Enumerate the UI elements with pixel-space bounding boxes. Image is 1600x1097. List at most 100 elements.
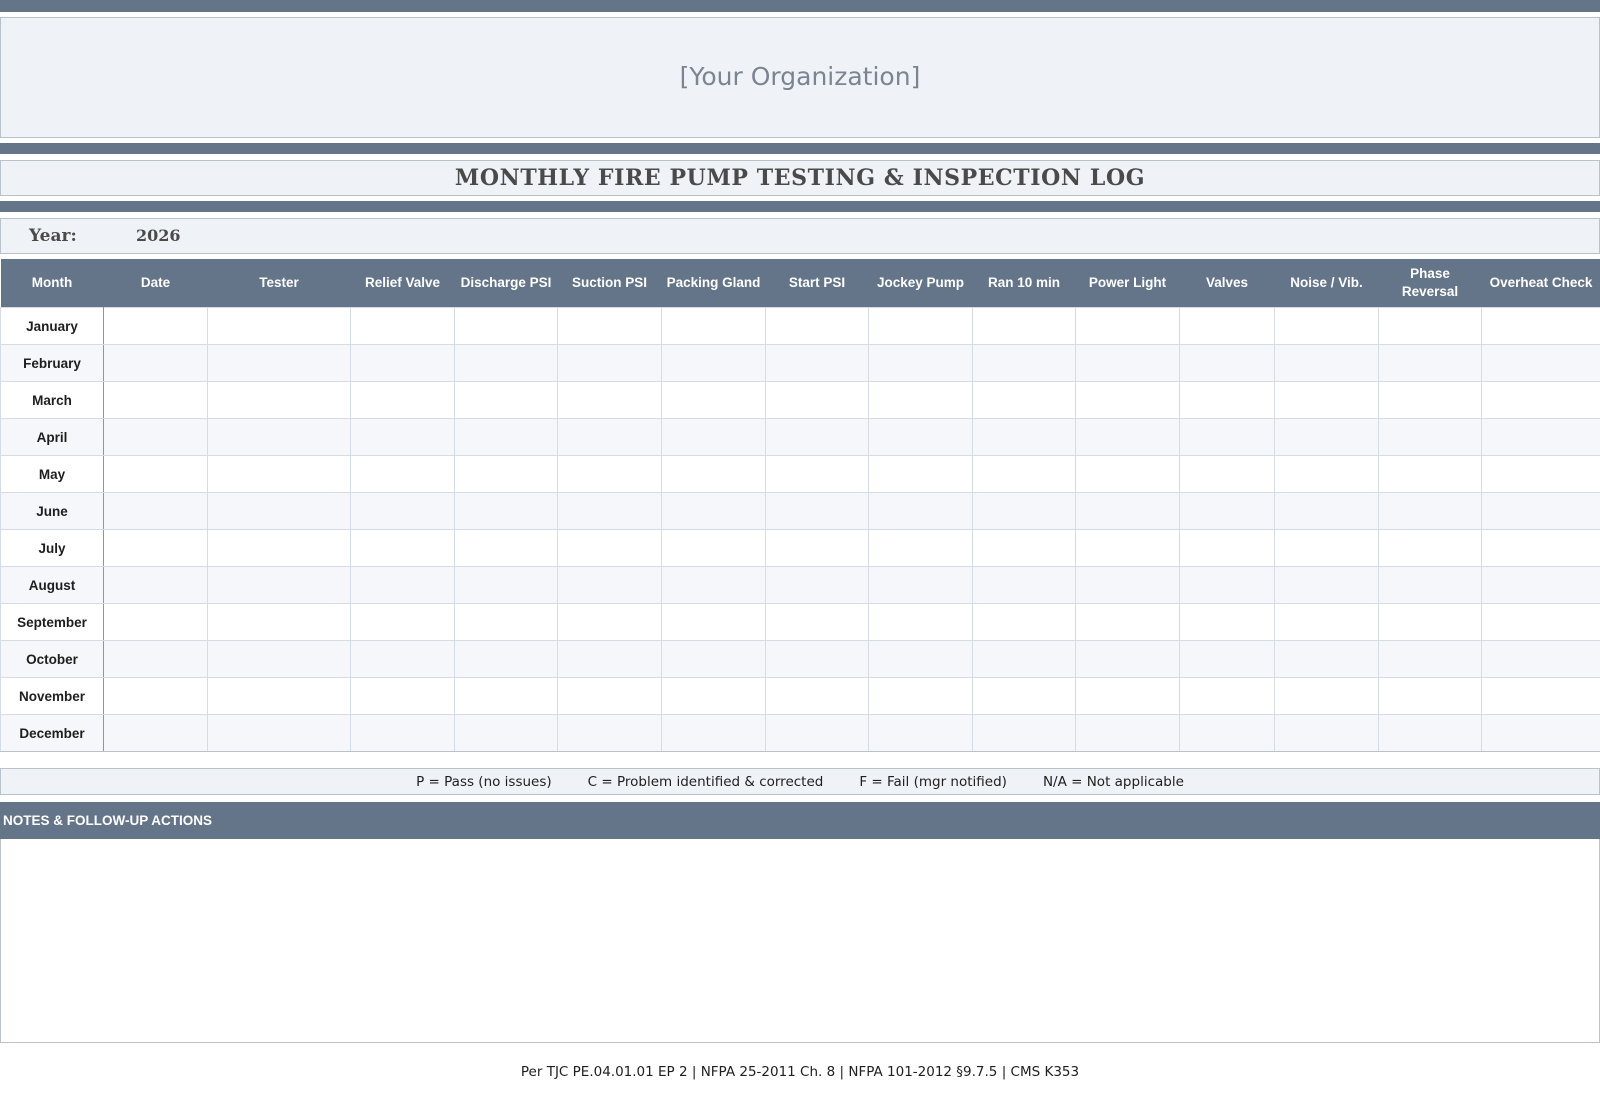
entry-cell[interactable] [1274,677,1379,715]
entry-cell[interactable] [765,566,869,604]
entry-cell[interactable] [1378,640,1482,678]
entry-cell[interactable] [557,344,662,382]
entry-cell[interactable] [1481,566,1600,604]
entry-cell[interactable] [454,677,558,715]
entry-cell[interactable] [765,492,869,530]
entry-cell[interactable] [557,640,662,678]
entry-cell[interactable] [454,566,558,604]
entry-cell[interactable] [1075,418,1180,456]
entry-cell[interactable] [765,455,869,493]
entry-cell[interactable] [1378,677,1482,715]
entry-cell[interactable] [350,455,455,493]
entry-cell[interactable] [1481,344,1600,382]
organization-name[interactable]: [Your Organization] [680,62,921,91]
entry-cell[interactable] [557,381,662,419]
entry-cell[interactable] [972,529,1076,567]
entry-cell[interactable] [207,344,351,382]
entry-cell[interactable] [103,418,208,456]
entry-cell[interactable] [661,566,766,604]
entry-cell[interactable] [557,529,662,567]
entry-cell[interactable] [350,566,455,604]
entry-cell[interactable] [1378,418,1482,456]
entry-cell[interactable] [1274,381,1379,419]
entry-cell[interactable] [1075,640,1180,678]
entry-cell[interactable] [1075,677,1180,715]
entry-cell[interactable] [207,492,351,530]
entry-cell[interactable] [972,603,1076,641]
entry-cell[interactable] [350,714,455,752]
entry-cell[interactable] [1179,714,1275,752]
entry-cell[interactable] [1378,455,1482,493]
entry-cell[interactable] [1179,603,1275,641]
entry-cell[interactable] [1378,307,1482,345]
entry-cell[interactable] [454,529,558,567]
entry-cell[interactable] [103,640,208,678]
entry-cell[interactable] [557,603,662,641]
entry-cell[interactable] [868,492,973,530]
entry-cell[interactable] [1481,492,1600,530]
entry-cell[interactable] [103,603,208,641]
entry-cell[interactable] [661,714,766,752]
entry-cell[interactable] [868,529,973,567]
entry-cell[interactable] [207,418,351,456]
entry-cell[interactable] [207,381,351,419]
notes-area[interactable] [0,839,1600,1043]
entry-cell[interactable] [1179,307,1275,345]
entry-cell[interactable] [1274,418,1379,456]
entry-cell[interactable] [1179,529,1275,567]
entry-cell[interactable] [661,455,766,493]
entry-cell[interactable] [557,455,662,493]
entry-cell[interactable] [1378,492,1482,530]
entry-cell[interactable] [972,418,1076,456]
entry-cell[interactable] [103,492,208,530]
entry-cell[interactable] [1075,603,1180,641]
entry-cell[interactable] [661,640,766,678]
entry-cell[interactable] [868,455,973,493]
entry-cell[interactable] [1274,566,1379,604]
entry-cell[interactable] [103,344,208,382]
entry-cell[interactable] [1179,677,1275,715]
entry-cell[interactable] [557,492,662,530]
entry-cell[interactable] [1274,640,1379,678]
entry-cell[interactable] [1075,381,1180,419]
entry-cell[interactable] [868,307,973,345]
entry-cell[interactable] [103,714,208,752]
entry-cell[interactable] [207,529,351,567]
year-value[interactable]: 2026 [136,226,181,245]
entry-cell[interactable] [972,455,1076,493]
entry-cell[interactable] [1378,566,1482,604]
entry-cell[interactable] [103,566,208,604]
entry-cell[interactable] [972,566,1076,604]
entry-cell[interactable] [1481,455,1600,493]
entry-cell[interactable] [972,381,1076,419]
entry-cell[interactable] [661,529,766,567]
entry-cell[interactable] [1075,529,1180,567]
entry-cell[interactable] [350,492,455,530]
entry-cell[interactable] [1481,677,1600,715]
entry-cell[interactable] [1179,492,1275,530]
entry-cell[interactable] [1378,381,1482,419]
entry-cell[interactable] [207,566,351,604]
entry-cell[interactable] [1378,344,1482,382]
entry-cell[interactable] [103,307,208,345]
entry-cell[interactable] [1274,344,1379,382]
entry-cell[interactable] [972,307,1076,345]
entry-cell[interactable] [454,344,558,382]
entry-cell[interactable] [1075,344,1180,382]
entry-cell[interactable] [1481,418,1600,456]
entry-cell[interactable] [1179,344,1275,382]
entry-cell[interactable] [972,492,1076,530]
entry-cell[interactable] [868,418,973,456]
entry-cell[interactable] [765,640,869,678]
entry-cell[interactable] [454,418,558,456]
entry-cell[interactable] [1481,529,1600,567]
entry-cell[interactable] [103,529,208,567]
entry-cell[interactable] [454,640,558,678]
entry-cell[interactable] [1274,603,1379,641]
entry-cell[interactable] [661,307,766,345]
entry-cell[interactable] [557,307,662,345]
entry-cell[interactable] [1274,714,1379,752]
entry-cell[interactable] [1481,714,1600,752]
entry-cell[interactable] [1274,455,1379,493]
entry-cell[interactable] [661,677,766,715]
